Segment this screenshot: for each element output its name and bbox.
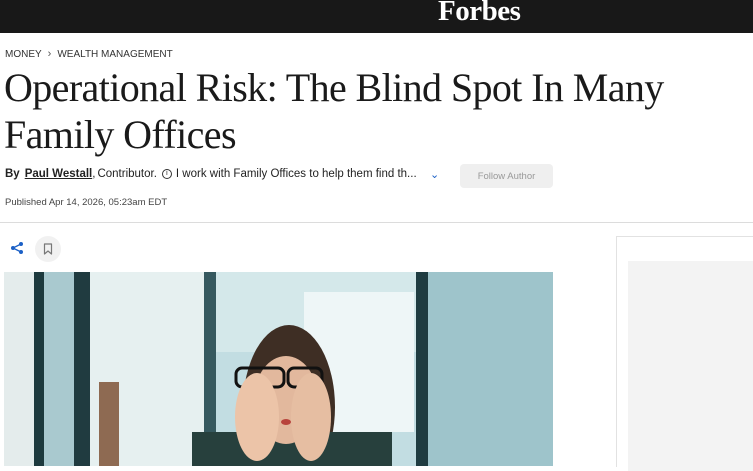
bookmark-icon	[43, 243, 53, 255]
ad-placeholder	[628, 261, 753, 471]
chevron-right-icon: ›	[47, 48, 52, 60]
divider	[0, 222, 753, 223]
breadcrumb: MONEY › WEALTH MANAGEMENT	[5, 48, 173, 60]
article-headline: Operational Risk: The Blind Spot In Many…	[4, 65, 664, 157]
sidebar-ad	[616, 236, 753, 471]
bookmark-button[interactable]	[35, 236, 61, 262]
by-label: By	[5, 168, 20, 180]
author-bio: I work with Family Offices to help them …	[175, 168, 417, 180]
author-link[interactable]: Paul Westall	[25, 168, 93, 180]
chevron-down-icon[interactable]: ⌄	[430, 168, 439, 181]
info-icon[interactable]: i	[161, 169, 172, 179]
byline: By Paul Westall, Contributor. i I work w…	[5, 168, 417, 180]
hero-image	[4, 272, 553, 466]
byline-comma: ,	[92, 168, 96, 180]
share-icon[interactable]	[10, 241, 24, 255]
breadcrumb-money[interactable]: MONEY	[5, 49, 42, 60]
follow-author-button[interactable]: Follow Author	[460, 164, 553, 188]
forbes-logo[interactable]: Forbes	[438, 0, 521, 28]
top-nav-bar: Forbes	[0, 0, 753, 33]
author-role: Contributor.	[97, 168, 157, 180]
breadcrumb-wealth-management[interactable]: WEALTH MANAGEMENT	[57, 49, 172, 60]
published-date: Published Apr 14, 2026, 05:23am EDT	[5, 197, 168, 208]
